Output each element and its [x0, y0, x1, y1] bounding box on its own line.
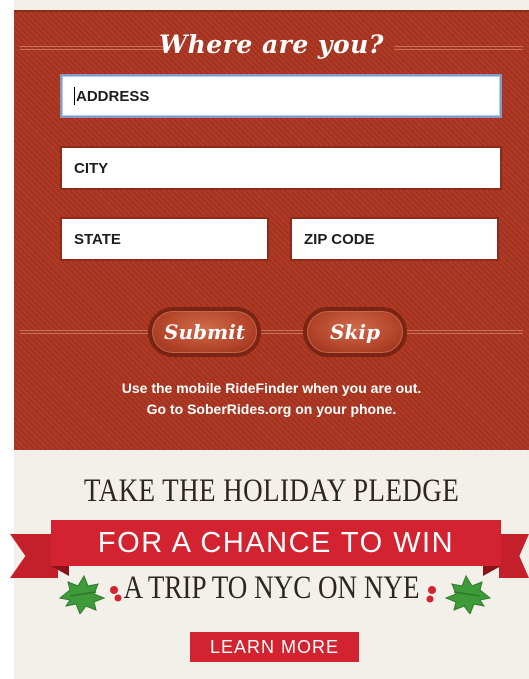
banner-tail-right — [499, 534, 529, 578]
skip-button[interactable]: Skip — [303, 307, 407, 357]
zip-code-field[interactable]: ZIP CODE — [290, 217, 499, 261]
info-text: Use the mobile RideFinder when you are o… — [14, 378, 529, 420]
state-field[interactable]: STATE — [60, 217, 269, 261]
form-title: Where are you? — [159, 30, 384, 59]
promo-heading: TAKE THE HOLIDAY PLEDGE — [83, 473, 460, 509]
submit-button[interactable]: Submit — [148, 307, 261, 357]
info-line-1: Use the mobile RideFinder when you are o… — [121, 380, 422, 396]
prize-banner: FOR A CHANCE TO WIN — [51, 520, 501, 566]
info-line-2: Go to SoberRides.org on your phone. — [146, 401, 397, 417]
state-placeholder: STATE — [74, 230, 121, 248]
address-placeholder: ADDRESS — [76, 87, 150, 105]
button-rule-right — [407, 330, 523, 334]
learn-more-button[interactable]: LEARN MORE — [190, 632, 359, 662]
button-rule-left — [20, 330, 152, 334]
promo-subheading: A TRIP TO NYC ON NYE — [123, 570, 420, 606]
city-placeholder: CITY — [74, 159, 109, 177]
address-field[interactable]: ADDRESS — [60, 74, 502, 118]
zip-placeholder: ZIP CODE — [304, 230, 375, 248]
text-cursor — [74, 87, 75, 105]
city-field[interactable]: CITY — [60, 146, 502, 190]
button-rule-middle — [259, 330, 305, 334]
location-form-panel: Where are you? ADDRESS CITY STATE ZIP CO… — [14, 10, 529, 450]
